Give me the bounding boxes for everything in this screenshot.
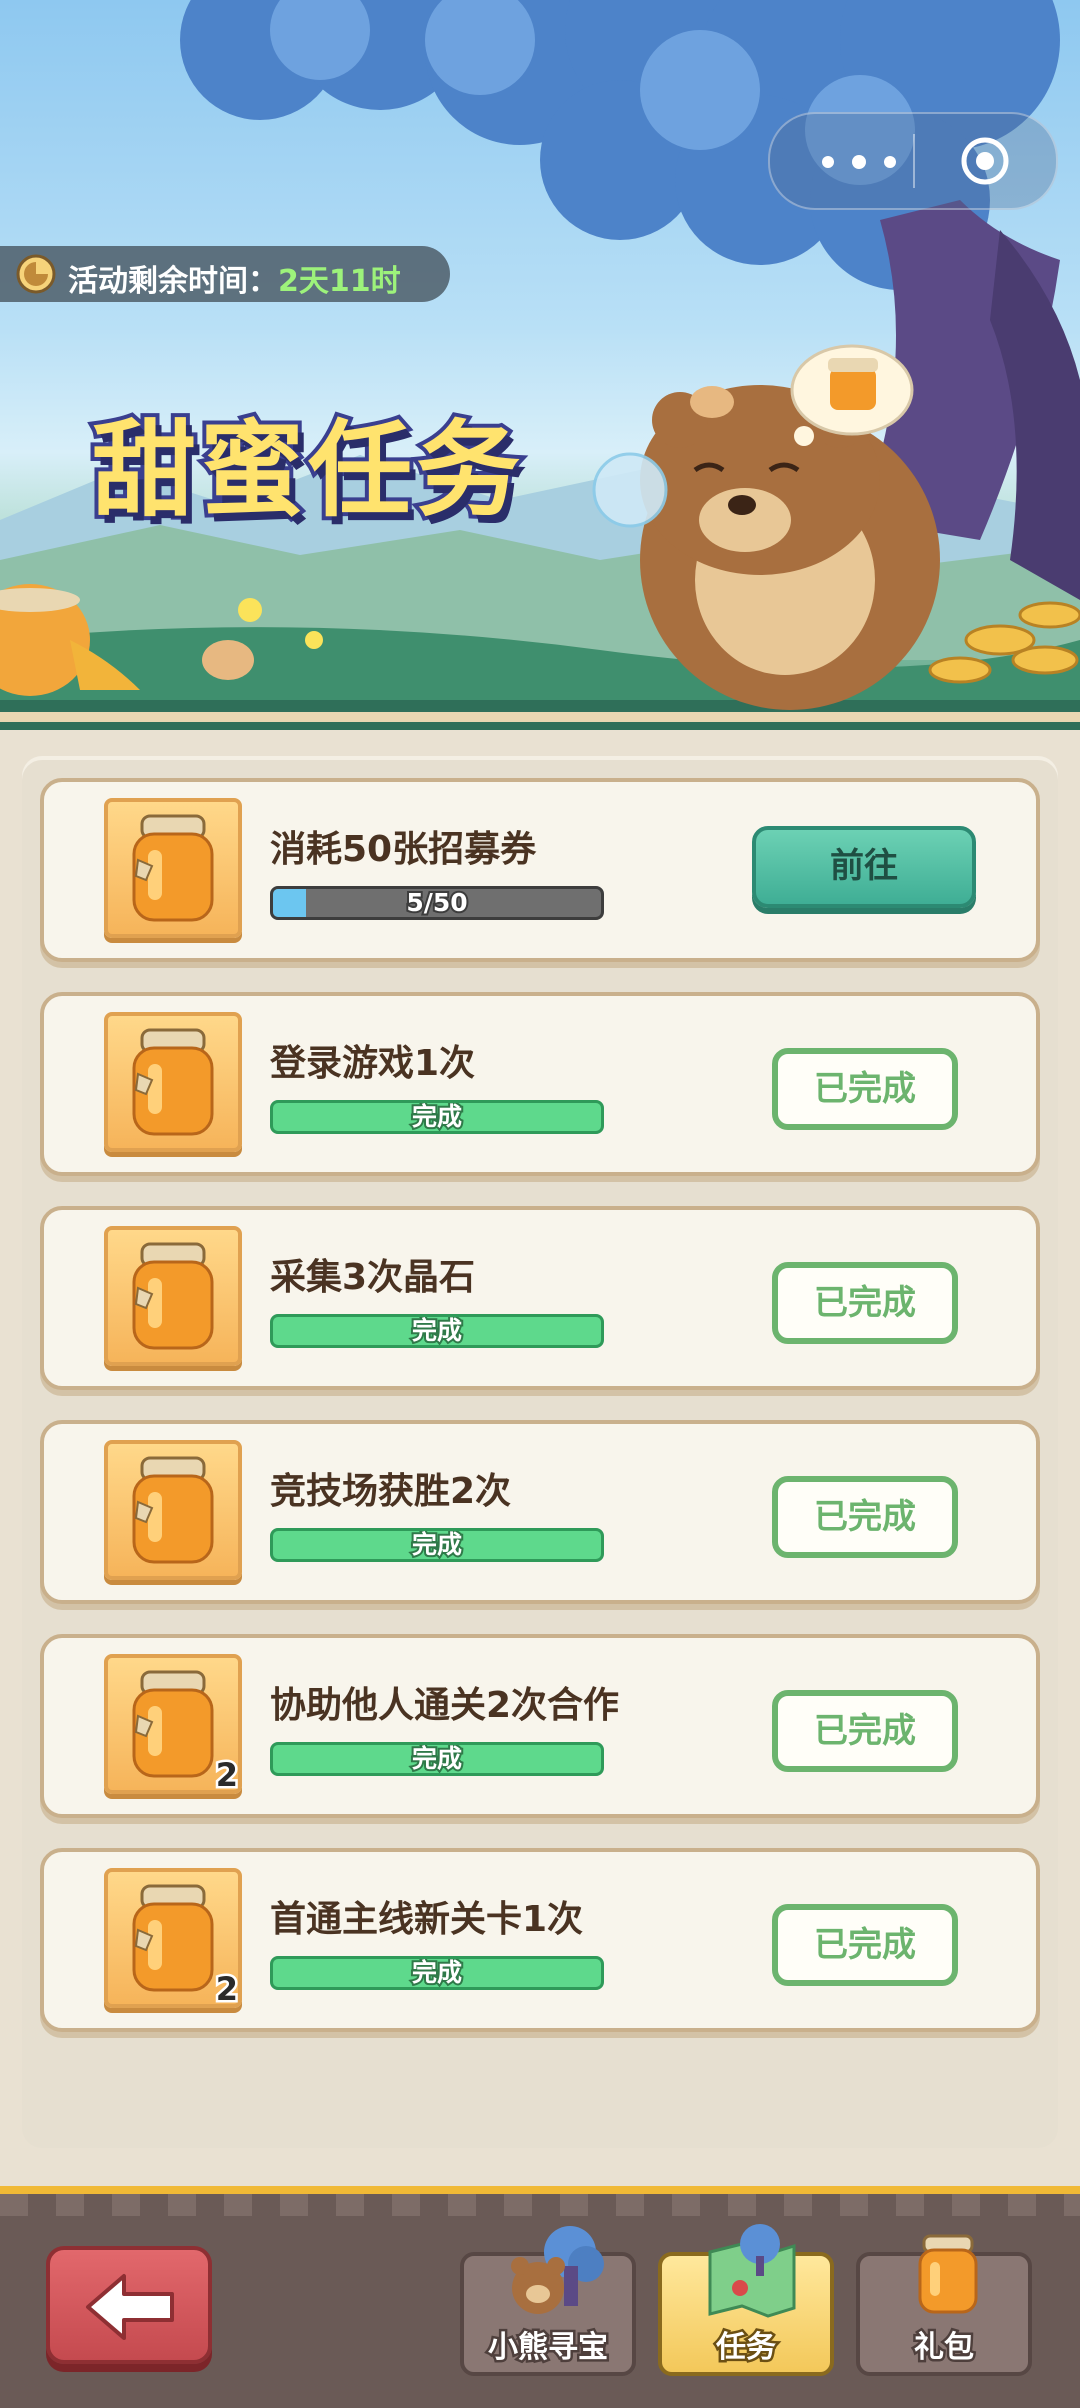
task-name: 协助他人通关2次合作 [270, 1685, 620, 1726]
bottom-nav: 小熊寻宝 任务 礼包 [0, 2186, 1080, 2408]
task-progress-bar: 完成 [270, 1956, 604, 1990]
completed-button[interactable]: 已完成 [772, 1690, 958, 1772]
reward-item: 2 [104, 1868, 242, 2011]
capsule-divider [913, 134, 915, 188]
completed-button[interactable]: 已完成 [772, 1048, 958, 1130]
task-progress-bar: 完成 [270, 1742, 604, 1776]
bear-tree-icon [511, 2226, 604, 2314]
task-progress-bar: 5/50 [270, 886, 604, 920]
task-name: 消耗50张招募券 [270, 829, 537, 870]
target-circle-icon[interactable] [960, 136, 1010, 186]
reward-item [104, 1226, 242, 1366]
task-progress-bar: 完成 [270, 1100, 604, 1134]
tab-label: 礼包 [912, 2328, 977, 2368]
progress-text: 完成 [410, 1530, 464, 1559]
miniprogram-capsule [768, 112, 1058, 210]
completed-button[interactable]: 已完成 [772, 1262, 958, 1344]
task-card: 采集3次晶石完成 已完成 [40, 1206, 1040, 1390]
reward-item [104, 798, 242, 938]
honey-jar-icon [132, 1884, 214, 1992]
task-name: 竞技场获胜2次 [270, 1471, 512, 1512]
completed-button[interactable]: 已完成 [772, 1476, 958, 1558]
honey-jar-icon [132, 1670, 214, 1778]
event-banner: 活动剩余时间：2天11时 甜蜜任务 [0, 0, 1080, 730]
task-panel: 消耗50张招募券 5/50 前往 登录游戏1次 完成 已完成 采集3次晶石 完成 已完成 竞技场获… [22, 756, 1058, 2148]
task-name: 采集3次晶石 [270, 1257, 476, 1298]
tab-gift-pack[interactable]: 礼包 [856, 2234, 1032, 2376]
timer-value: 2天11时 [278, 264, 401, 299]
progress-text: 5/50 [404, 888, 469, 917]
reward-item [104, 1012, 242, 1152]
back-arrow-icon [86, 2274, 174, 2340]
task-card: 登录游戏1次完成 已完成 [40, 992, 1040, 1176]
banner-scenery [0, 0, 1080, 730]
task-progress-bar: 完成 [270, 1314, 604, 1348]
progress-text: 完成 [410, 1744, 464, 1773]
tab-label: 小熊寻宝 [486, 2328, 611, 2368]
task-name: 登录游戏1次 [270, 1043, 476, 1084]
clock-icon [16, 254, 56, 294]
task-card: 竞技场获胜2次完成 已完成 [40, 1420, 1040, 1604]
tab-tasks[interactable]: 任务 [658, 2224, 834, 2376]
task-map-icon [708, 2224, 796, 2318]
task-name: 首通主线新关卡1次 [270, 1899, 584, 1940]
task-card: 2 协助他人通关2次合作完成 已完成 [40, 1634, 1040, 1818]
honey-jar-icon [132, 1242, 214, 1350]
go-button[interactable]: 前往 [752, 826, 976, 908]
task-card: 2 首通主线新关卡1次完成 已完成 [40, 1848, 1040, 2032]
tab-label: 任务 [714, 2328, 779, 2368]
tab-bear-treasure[interactable]: 小熊寻宝 [460, 2226, 636, 2376]
progress-text: 完成 [410, 1102, 464, 1131]
honey-jar-icon [132, 1028, 214, 1136]
completed-button[interactable]: 已完成 [772, 1904, 958, 1986]
progress-text: 完成 [410, 1958, 464, 1987]
honey-jar-icon [918, 2234, 978, 2314]
task-card: 消耗50张招募券 5/50 前往 [40, 778, 1040, 962]
reward-count: 2 [213, 1968, 240, 2011]
timer-label: 活动剩余时间：2天11时 [68, 264, 401, 299]
progress-text: 完成 [410, 1316, 464, 1345]
more-dots-icon[interactable] [808, 140, 908, 180]
event-timer: 活动剩余时间：2天11时 [0, 246, 450, 302]
task-progress-bar: 完成 [270, 1528, 604, 1562]
reward-item: 2 [104, 1654, 242, 1797]
reward-item [104, 1440, 242, 1580]
back-button[interactable] [46, 2246, 212, 2364]
honey-jar-icon [132, 1456, 214, 1564]
reward-count: 2 [213, 1754, 240, 1797]
event-title: 甜蜜任务 [88, 405, 525, 535]
honey-jar-icon [132, 814, 214, 922]
